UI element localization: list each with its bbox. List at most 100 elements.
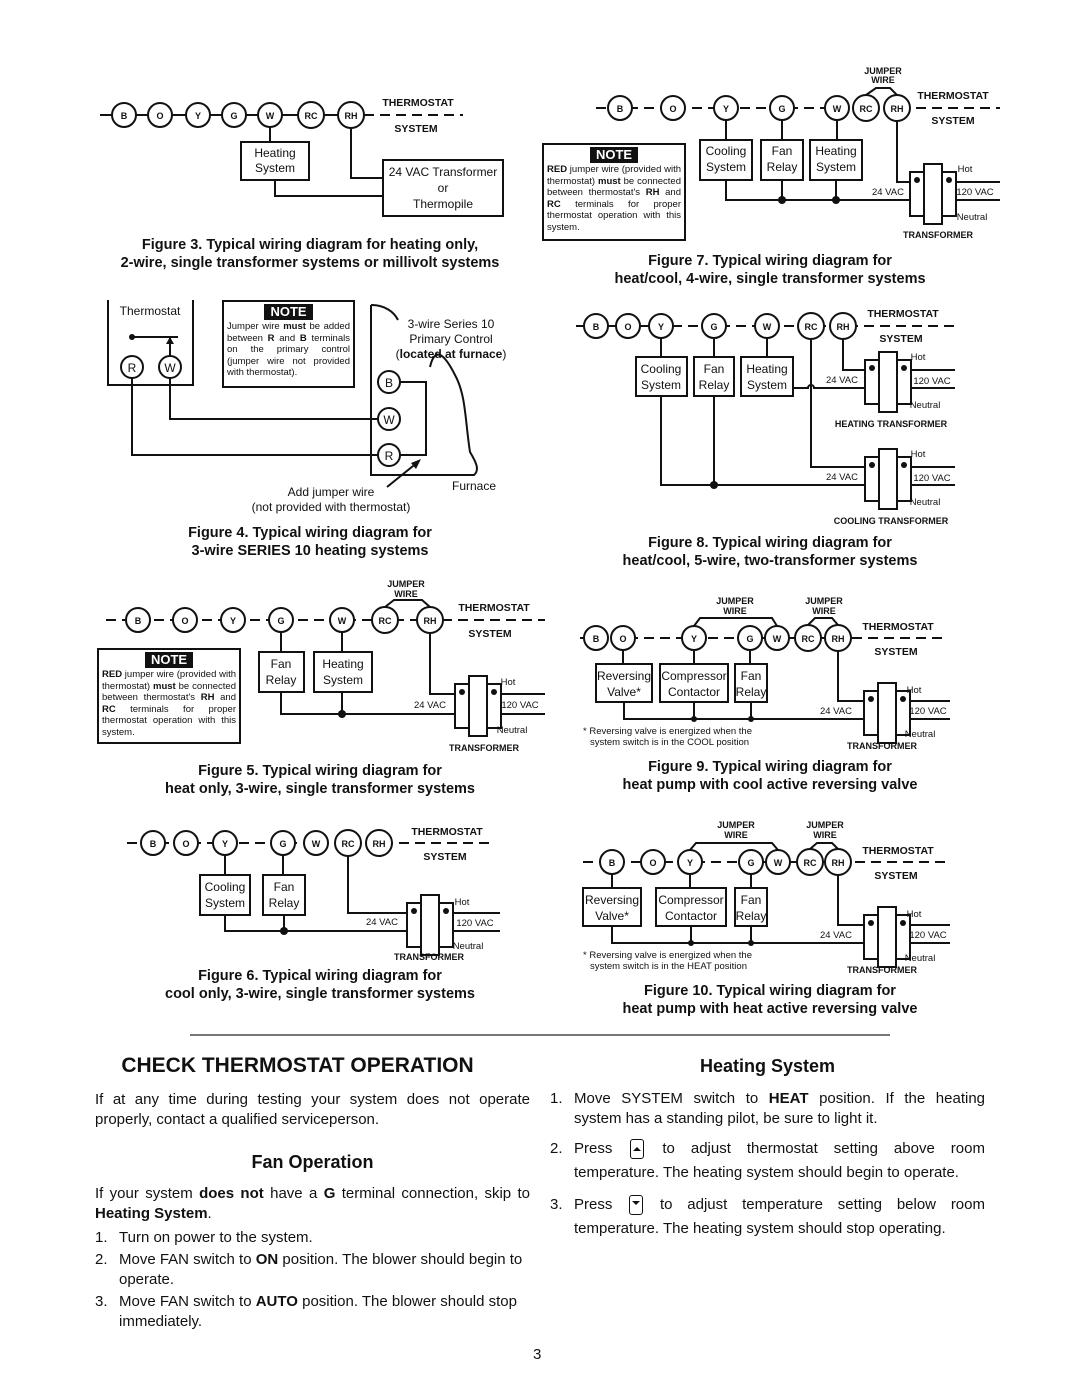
svg-text:WIRE: WIRE	[724, 830, 748, 840]
svg-text:R: R	[385, 449, 394, 463]
note-red-jumper-fig5: NOTE RED jumper wire (provided with ther…	[97, 648, 241, 744]
terminal-RH: RH	[883, 94, 911, 122]
svg-text:W: W	[774, 858, 783, 868]
check-thermostat-heading: CHECK THERMOSTAT OPERATION	[121, 1054, 474, 1077]
svg-text:RH: RH	[373, 839, 386, 849]
terminal-B: B	[583, 313, 609, 339]
svg-text:W: W	[833, 104, 842, 114]
svg-text:COOLING TRANSFORMER: COOLING TRANSFORMER	[834, 516, 949, 526]
svg-text:* Reversing valve is energized: * Reversing valve is energized when the	[583, 950, 752, 961]
furnace-terminal-R: R	[377, 443, 401, 467]
section-divider	[190, 1034, 890, 1036]
svg-text:Furnace: Furnace	[452, 479, 496, 493]
svg-text:24 VAC: 24 VAC	[826, 472, 858, 483]
svg-text:RH: RH	[832, 634, 845, 644]
svg-text:O: O	[649, 858, 656, 868]
svg-text:WIRE: WIRE	[813, 830, 837, 840]
terminal-RH: RH	[416, 606, 444, 634]
wiring-diagrams: B O Y G W RC RH THERMOSTAT SYSTEM Heatin…	[100, 66, 1000, 975]
svg-text:Primary Control: Primary Control	[409, 332, 492, 346]
svg-text:Relay: Relay	[266, 673, 297, 687]
svg-text:Reversing: Reversing	[585, 893, 639, 907]
svg-text:Y: Y	[195, 111, 201, 121]
fan-operation-intro: If your system does not have a G termina…	[95, 1185, 531, 1222]
svg-text:Neutral: Neutral	[497, 725, 528, 736]
figure-10-diagram: B O Y G W RC RH JUMPER WIRE JUMPER WIRE …	[582, 820, 950, 975]
svg-text:Y: Y	[687, 858, 693, 868]
svg-text:WIRE: WIRE	[812, 606, 836, 616]
terminal-W: W	[158, 355, 182, 379]
svg-text:Add jumper wire: Add jumper wire	[288, 485, 375, 499]
svg-text:Contactor: Contactor	[665, 909, 717, 923]
terminal-Y: Y	[220, 607, 246, 633]
terminal-Y: Y	[677, 849, 703, 875]
svg-text:Y: Y	[658, 322, 664, 332]
svg-text:Relay: Relay	[269, 896, 300, 910]
terminal-Y: Y	[185, 102, 211, 128]
svg-text:Cooling: Cooling	[205, 880, 246, 894]
figure-9-diagram: B O Y G W RC RH JUMPER WIRE JUMPER WIRE …	[580, 596, 950, 751]
svg-text:120 VAC: 120 VAC	[909, 930, 946, 941]
svg-text:W: W	[266, 111, 275, 121]
svg-text:RC: RC	[379, 616, 392, 626]
svg-text:Relay: Relay	[767, 160, 798, 174]
up-arrow-button-icon	[630, 1139, 645, 1160]
svg-text:B: B	[150, 839, 157, 849]
svg-text:JUMPER: JUMPER	[805, 596, 843, 606]
svg-text:Neutral: Neutral	[453, 941, 484, 952]
svg-text:B: B	[121, 111, 128, 121]
list-item: 1. Move SYSTEM switch to HEAT position. I…	[550, 1090, 986, 1127]
terminal-W: W	[824, 95, 850, 121]
svg-text:Fan: Fan	[741, 669, 762, 683]
svg-text:24 VAC: 24 VAC	[820, 930, 852, 941]
svg-text:* Reversing valve is energized: * Reversing valve is energized when the	[583, 726, 752, 737]
svg-text:G: G	[279, 839, 286, 849]
svg-text:B: B	[609, 858, 616, 868]
figure-8-diagram: B O Y G W RC RH THERMOSTAT SYSTEM Coolin…	[576, 308, 958, 526]
svg-text:Hot: Hot	[907, 909, 922, 920]
svg-text:System: System	[323, 673, 363, 687]
terminal-W: W	[764, 625, 790, 651]
terminal-G: G	[737, 625, 763, 651]
svg-text:Valve*: Valve*	[607, 685, 641, 699]
terminal-RC: RC	[297, 101, 325, 129]
svg-text:B: B	[617, 104, 624, 114]
svg-text:JUMPER: JUMPER	[387, 579, 425, 589]
svg-text:24 VAC Transformer: 24 VAC Transformer	[389, 165, 497, 179]
terminal-B: B	[583, 625, 609, 651]
svg-text:O: O	[619, 634, 626, 644]
svg-text:(located at furnace): (located at furnace)	[396, 347, 507, 361]
terminal-W: W	[257, 102, 283, 128]
svg-text:TRANSFORMER: TRANSFORMER	[394, 952, 464, 962]
list-item: 2. Move FAN switch to ON position. The bl…	[95, 1251, 523, 1288]
svg-text:G: G	[746, 634, 753, 644]
svg-text:W: W	[164, 361, 176, 375]
svg-text:Neutral: Neutral	[910, 497, 941, 508]
heating-system-steps: 1. Move SYSTEM switch to HEAT position. I…	[550, 1089, 985, 1241]
svg-text:O: O	[182, 839, 189, 849]
svg-text:Contactor: Contactor	[668, 685, 720, 699]
svg-text:Cooling: Cooling	[641, 362, 682, 376]
svg-text:24 VAC: 24 VAC	[826, 375, 858, 386]
svg-text:Hot: Hot	[911, 449, 926, 460]
terminal-G: G	[769, 95, 795, 121]
list-item: 2. Press to adjust thermostat setting abo…	[550, 1139, 985, 1181]
svg-text:TRANSFORMER: TRANSFORMER	[449, 743, 519, 753]
svg-text:G: G	[778, 104, 785, 114]
figure-10-caption: Figure 10. Typical wiring diagram for hea…	[622, 983, 918, 1017]
note-series10-jumper: NOTE Jumper wire must be added between R…	[222, 300, 355, 388]
svg-text:120 VAC: 120 VAC	[956, 187, 993, 198]
svg-text:Neutral: Neutral	[957, 212, 988, 223]
svg-text:Thermopile: Thermopile	[413, 197, 473, 211]
svg-text:System: System	[641, 378, 681, 392]
svg-text:W: W	[383, 413, 395, 427]
terminal-RC: RC	[371, 606, 399, 634]
svg-text:TRANSFORMER: TRANSFORMER	[903, 230, 973, 240]
svg-text:W: W	[763, 322, 772, 332]
svg-text:120 VAC: 120 VAC	[913, 473, 950, 484]
svg-text:System: System	[747, 378, 787, 392]
terminal-G: G	[738, 849, 764, 875]
svg-text:24 VAC: 24 VAC	[872, 187, 904, 198]
fan-operation-heading: Fan Operation	[251, 1152, 374, 1172]
svg-text:system switch is in the COOL p: system switch is in the COOL position	[590, 737, 749, 748]
